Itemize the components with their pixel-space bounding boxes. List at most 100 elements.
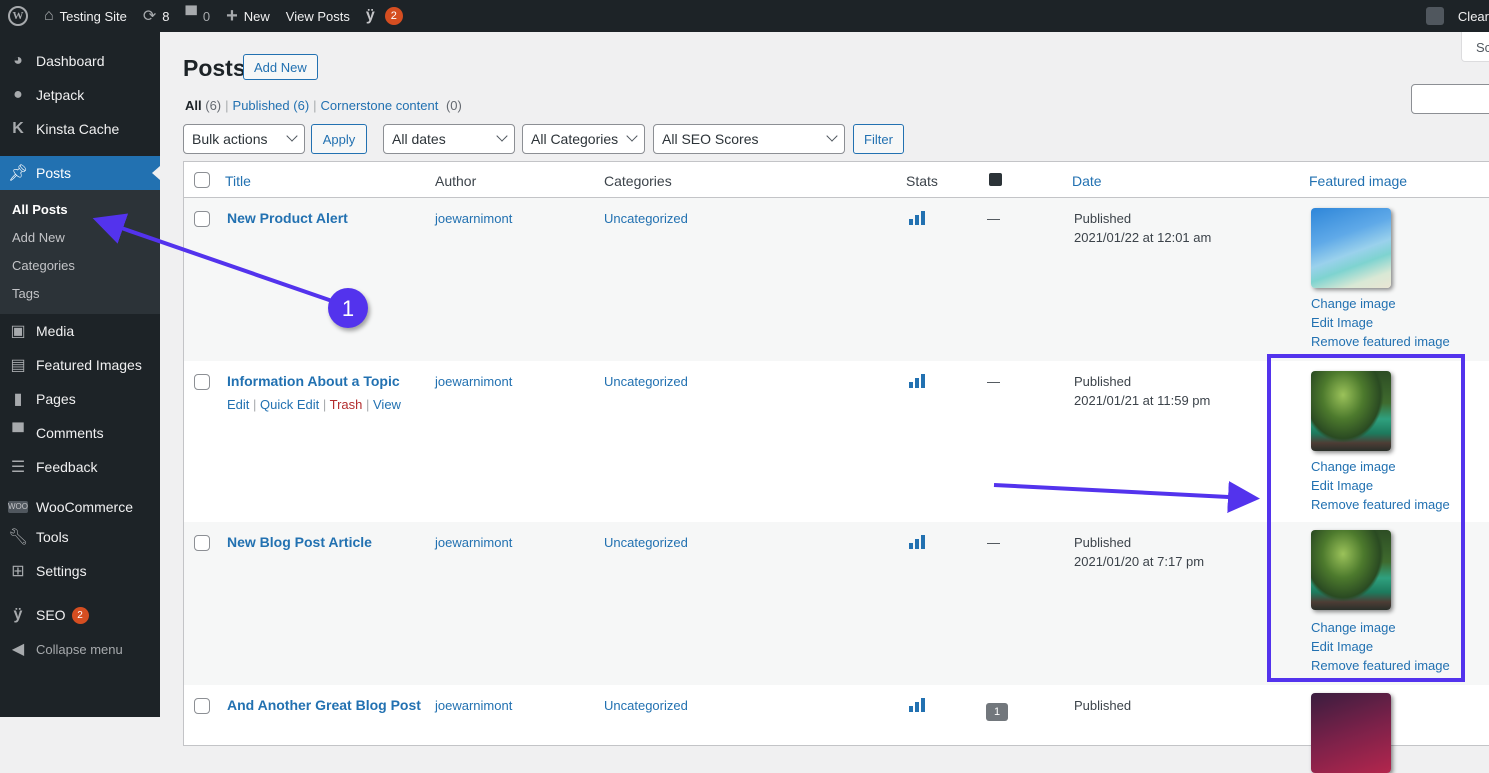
menu-media[interactable]: ▣ Media xyxy=(0,314,160,348)
menu-dashboard[interactable]: ◕ Dashboard xyxy=(0,44,160,78)
post-title-link[interactable]: New Product Alert xyxy=(227,210,348,226)
collapse-label: Collapse menu xyxy=(36,641,123,657)
menu-jetpack[interactable]: ● Jetpack xyxy=(0,78,160,112)
quick-edit-link[interactable]: Quick Edit xyxy=(260,397,319,412)
change-image-link[interactable]: Change image xyxy=(1311,294,1450,313)
site-name: Testing Site xyxy=(59,8,127,24)
post-category-link[interactable]: Uncategorized xyxy=(604,211,688,226)
submenu-add-new[interactable]: Add New xyxy=(0,224,160,252)
search-posts-input[interactable] xyxy=(1411,84,1489,114)
wordpress-logo-menu[interactable]: W xyxy=(0,0,36,32)
filter-published-link[interactable]: Published (6) xyxy=(233,98,310,113)
filter-cornerstone-link[interactable]: Cornerstone content xyxy=(321,98,439,113)
edit-image-link[interactable]: Edit Image xyxy=(1311,476,1450,495)
yoast-menu[interactable]: ÿ 2 xyxy=(358,0,411,32)
view-link[interactable]: View xyxy=(373,397,401,412)
featured-image-actions: Change image Edit Image Remove featured … xyxy=(1311,457,1450,514)
remove-featured-image-link[interactable]: Remove featured image xyxy=(1311,332,1450,351)
comment-count-badge[interactable]: 1 xyxy=(986,703,1008,721)
column-featured-image[interactable]: Featured image xyxy=(1309,173,1407,189)
post-category-link[interactable]: Uncategorized xyxy=(604,698,688,713)
row-checkbox[interactable] xyxy=(194,211,210,227)
stats-icon[interactable] xyxy=(909,535,925,549)
remove-featured-image-link[interactable]: Remove featured image xyxy=(1311,495,1450,514)
submenu-tags[interactable]: Tags xyxy=(0,280,160,308)
updates-menu[interactable]: ⟳ 8 xyxy=(135,0,178,32)
post-author-link[interactable]: joewarnimont xyxy=(435,698,512,713)
main-content: Sc Posts Add New All (6) | Published (6) | C… xyxy=(160,32,1489,773)
filter-all-link[interactable]: All (6) xyxy=(185,98,221,113)
collapse-menu-button[interactable]: ◀ Collapse menu xyxy=(0,632,160,666)
screen-options-tab[interactable]: Sc xyxy=(1461,32,1489,62)
featured-image-thumbnail[interactable] xyxy=(1311,208,1391,288)
seo-scores-value: All SEO Scores xyxy=(662,131,759,147)
menu-label: Comments xyxy=(36,425,104,441)
change-image-link[interactable]: Change image xyxy=(1311,457,1450,476)
table-row: And Another Great Blog Post joewarnimont… xyxy=(184,685,1489,773)
menu-comments[interactable]: ▀ Comments xyxy=(0,416,160,450)
site-name-menu[interactable]: ⌂ Testing Site xyxy=(36,0,135,32)
change-image-link[interactable]: Change image xyxy=(1311,618,1450,637)
posts-table: Title Author Categories Stats Date Featu… xyxy=(183,161,1489,773)
post-status: Published xyxy=(1074,211,1132,226)
edit-image-link[interactable]: Edit Image xyxy=(1311,313,1450,332)
column-stats: Stats xyxy=(906,173,938,189)
column-date-sort[interactable]: Date xyxy=(1072,173,1102,189)
bulk-actions-select[interactable]: Bulk actions xyxy=(183,124,305,154)
post-category-link[interactable]: Uncategorized xyxy=(604,535,688,550)
featured-image-thumbnail[interactable] xyxy=(1311,371,1391,451)
edit-link[interactable]: Edit xyxy=(227,397,249,412)
admin-bar: W ⌂ Testing Site ⟳ 8 ▀ 0 + New View Post… xyxy=(0,0,1489,32)
apply-button[interactable]: Apply xyxy=(311,124,367,154)
post-title-link[interactable]: New Blog Post Article xyxy=(227,534,372,550)
add-new-post-button[interactable]: Add New xyxy=(243,54,318,80)
dates-select[interactable]: All dates xyxy=(383,124,515,154)
post-title-link[interactable]: And Another Great Blog Post xyxy=(227,697,421,713)
stats-icon[interactable] xyxy=(909,698,925,712)
menu-seo[interactable]: ÿ SEO 2 xyxy=(0,598,160,632)
notification-icon[interactable] xyxy=(1425,7,1444,25)
menu-pages[interactable]: ▮ Pages xyxy=(0,382,160,416)
select-all-checkbox[interactable] xyxy=(194,172,210,188)
featured-image-thumbnail[interactable] xyxy=(1311,530,1391,610)
post-category-link[interactable]: Uncategorized xyxy=(604,374,688,389)
column-title-sort[interactable]: Title xyxy=(225,173,251,189)
filter-button[interactable]: Filter xyxy=(853,124,904,154)
images-icon: ▤ xyxy=(10,357,26,374)
menu-posts[interactable]: 📌︎ Posts xyxy=(0,156,160,190)
stats-icon[interactable] xyxy=(909,374,925,388)
seo-scores-select[interactable]: All SEO Scores xyxy=(653,124,845,154)
menu-tools[interactable]: 🔧︎ Tools xyxy=(0,520,160,554)
submenu-categories[interactable]: Categories xyxy=(0,252,160,280)
submenu-all-posts[interactable]: All Posts xyxy=(0,196,160,224)
menu-label: WooCommerce xyxy=(36,499,133,515)
trash-link[interactable]: Trash xyxy=(330,397,363,412)
menu-feedback[interactable]: ☰ Feedback xyxy=(0,450,160,484)
post-title-link[interactable]: Information About a Topic xyxy=(227,373,400,389)
post-author-link[interactable]: joewarnimont xyxy=(435,374,512,389)
menu-featured-images[interactable]: ▤ Featured Images xyxy=(0,348,160,382)
remove-featured-image-link[interactable]: Remove featured image xyxy=(1311,656,1450,675)
clear-cache-link[interactable]: Clear xyxy=(1458,9,1489,24)
featured-image-thumbnail[interactable] xyxy=(1311,693,1391,773)
edit-image-link[interactable]: Edit Image xyxy=(1311,637,1450,656)
menu-label: Pages xyxy=(36,391,76,407)
menu-settings[interactable]: ⊞ Settings xyxy=(0,554,160,588)
pin-icon: 📌︎ xyxy=(8,165,29,182)
categories-select[interactable]: All Categories xyxy=(522,124,645,154)
post-author-link[interactable]: joewarnimont xyxy=(435,211,512,226)
menu-woocommerce[interactable]: WOO WooCommerce xyxy=(0,494,160,520)
view-posts-link[interactable]: View Posts xyxy=(278,0,358,32)
row-checkbox[interactable] xyxy=(194,698,210,714)
post-author-link[interactable]: joewarnimont xyxy=(435,535,512,550)
dashboard-icon: ◕ xyxy=(13,52,23,69)
posts-submenu: All Posts Add New Categories Tags xyxy=(0,190,160,314)
new-content-menu[interactable]: + New xyxy=(218,0,278,32)
jetpack-icon: ● xyxy=(13,86,23,103)
menu-kinsta-cache[interactable]: K Kinsta Cache xyxy=(0,112,160,146)
comments-column-icon[interactable] xyxy=(989,173,1002,186)
row-checkbox[interactable] xyxy=(194,374,210,390)
comments-menu[interactable]: ▀ 0 xyxy=(178,0,219,32)
stats-icon[interactable] xyxy=(909,211,925,225)
row-checkbox[interactable] xyxy=(194,535,210,551)
